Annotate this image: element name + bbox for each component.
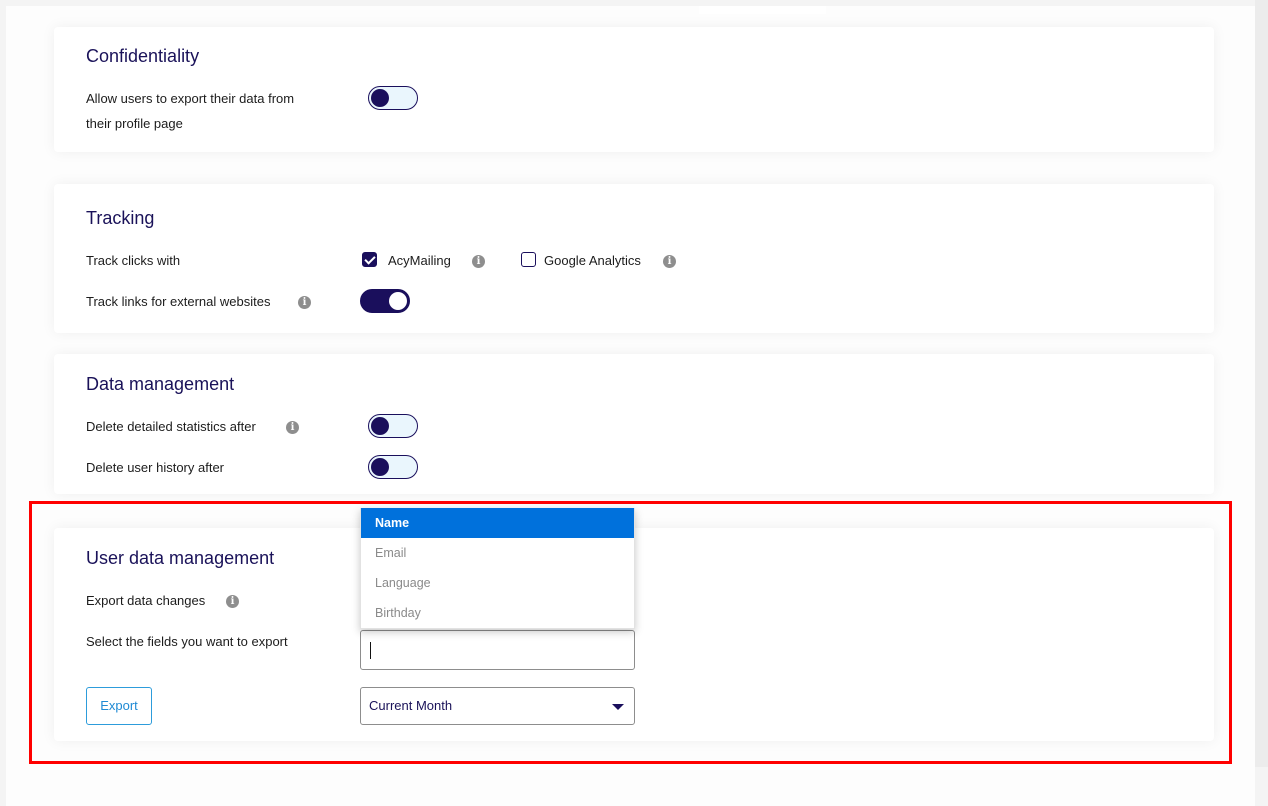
track-external-links-toggle[interactable] (360, 289, 410, 313)
export-button[interactable]: Export (86, 687, 152, 725)
card-title: Tracking (86, 208, 155, 228)
track-clicks-label: Track clicks with (86, 253, 181, 268)
card-title: Data management (86, 374, 235, 394)
scrollbar-track[interactable] (1255, 0, 1268, 767)
track-external-links-label: Track links for external websites (86, 294, 271, 309)
dropdown-option-name[interactable]: Name (361, 508, 634, 538)
toggle-knob (371, 89, 389, 107)
delete-history-toggle[interactable] (368, 455, 418, 479)
google-analytics-checkbox[interactable] (521, 252, 536, 267)
caret-down-icon (612, 704, 624, 710)
info-icon[interactable]: i (472, 255, 485, 268)
text-caret (370, 642, 371, 659)
active-tab-indicator (699, 6, 826, 14)
info-icon[interactable]: i (226, 595, 239, 608)
export-data-toggle[interactable] (368, 86, 418, 110)
fields-input[interactable] (360, 630, 635, 670)
select-fields-label: Select the fields you want to export (86, 634, 288, 649)
acymailing-label[interactable]: AcyMailing (388, 253, 451, 268)
toggle-knob (371, 417, 389, 435)
info-icon[interactable]: i (286, 421, 299, 434)
toggle-knob (389, 292, 407, 310)
dropdown-option-language[interactable]: Language (361, 568, 634, 598)
period-select[interactable]: Current Month (360, 687, 635, 725)
data-management-card: Data management Delete detailed statisti… (54, 354, 1214, 494)
toggle-knob (371, 458, 389, 476)
delete-statistics-label: Delete detailed statistics after (86, 419, 256, 434)
export-data-label-line1: Allow users to export their data from (86, 91, 295, 106)
card-title: User data management (86, 548, 275, 568)
export-data-label-line2: their profile page (86, 116, 183, 131)
fields-dropdown: Name Email Language Birthday (360, 508, 635, 629)
delete-statistics-toggle[interactable] (368, 414, 418, 438)
dropdown-option-birthday[interactable]: Birthday (361, 598, 634, 628)
dropdown-option-email[interactable]: Email (361, 538, 634, 568)
confidentiality-card: Confidentiality Allow users to export th… (54, 27, 1214, 152)
info-icon[interactable]: i (663, 255, 676, 268)
export-changes-label: Export data changes (86, 593, 206, 608)
tracking-card: Tracking Track clicks with AcyMailing i … (54, 184, 1214, 333)
acymailing-checkbox[interactable] (362, 252, 377, 267)
info-icon[interactable]: i (298, 296, 311, 309)
period-select-value: Current Month (369, 698, 453, 713)
google-analytics-label[interactable]: Google Analytics (544, 253, 641, 268)
card-title: Confidentiality (86, 46, 200, 66)
delete-history-label: Delete user history after (86, 460, 225, 475)
